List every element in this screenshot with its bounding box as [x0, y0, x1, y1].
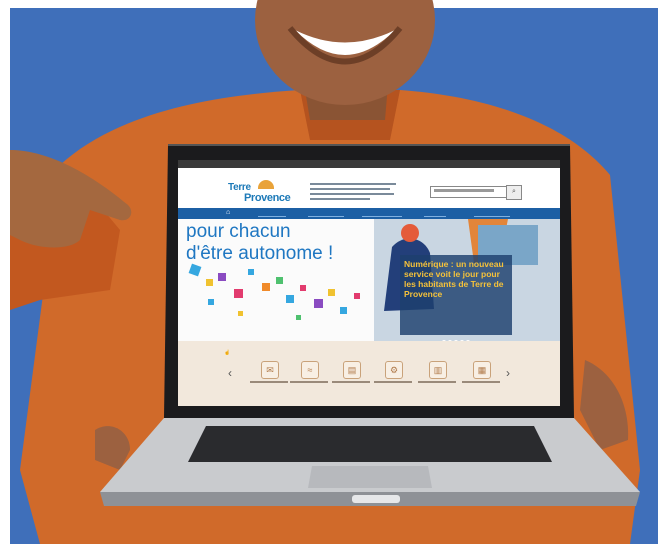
megaphone-icon: ✉: [261, 361, 279, 379]
shortcut-megaphone[interactable]: ✉: [250, 361, 288, 387]
logo-sun-shape: [258, 180, 274, 189]
quick-access-label: ☝: [224, 350, 230, 356]
cube: [206, 279, 213, 286]
cube: [238, 311, 243, 316]
nav-item-5[interactable]: [474, 210, 510, 217]
keyboard: [188, 426, 552, 462]
header-contact-info: [310, 180, 398, 203]
nav-item-3[interactable]: [362, 210, 402, 217]
logo-line2: Provence: [244, 192, 291, 204]
shortcut-trash[interactable]: ▥: [418, 361, 456, 387]
browser-top-bar: [178, 160, 560, 168]
trash-icon: ▥: [429, 361, 447, 379]
news-headline-box[interactable]: Numérique : un nouveau service voit le j…: [404, 259, 506, 333]
shortcut-calendar[interactable]: ▦: [462, 361, 500, 387]
search-icon[interactable]: ⌕: [506, 185, 522, 200]
shortcut-gear[interactable]: ⚙: [374, 361, 412, 387]
cube: [188, 263, 202, 277]
cube: [328, 289, 335, 296]
cube: [262, 283, 270, 291]
nav-item-4[interactable]: [424, 210, 446, 217]
site-header: Terre Provence ⌕: [178, 168, 560, 208]
illustration-head: [401, 224, 419, 242]
cube: [276, 277, 283, 284]
nav-item-2[interactable]: [308, 210, 344, 217]
shortcut-wifi[interactable]: ≈: [290, 361, 328, 387]
cube: [208, 299, 214, 305]
wifi-icon: ≈: [301, 361, 319, 379]
newspaper-icon: ▤: [343, 361, 361, 379]
cube: [218, 273, 226, 281]
gear-icon: ⚙: [385, 361, 403, 379]
hero-banner: pour chacun d'être autonome ! Numérique …: [178, 219, 560, 341]
front-notch: [352, 495, 400, 503]
hand-pointer-icon: ☝: [224, 350, 231, 356]
cube: [314, 299, 323, 308]
shortcuts-bar: ☝ ‹ ✉ ≈ ▤ ⚙ ▥ ▦ ›: [178, 341, 560, 406]
cube: [296, 315, 301, 320]
main-navigation: ⌂: [178, 208, 560, 219]
cube: [234, 289, 243, 298]
photo-scene: Terre Provence ⌕ ⌂ pour chacun d'être au…: [0, 0, 665, 550]
trackpad: [308, 466, 432, 488]
cube: [300, 285, 306, 291]
carousel-dots[interactable]: [442, 331, 472, 341]
cube: [340, 307, 347, 314]
laptop-screen-website: Terre Provence ⌕ ⌂ pour chacun d'être au…: [178, 160, 560, 406]
calendar-icon: ▦: [473, 361, 491, 379]
nav-item-1[interactable]: [258, 210, 286, 217]
site-logo[interactable]: Terre Provence: [222, 178, 292, 206]
cube: [354, 293, 360, 299]
cube: [286, 295, 294, 303]
next-arrow-icon[interactable]: ›: [506, 366, 510, 380]
prev-arrow-icon[interactable]: ‹: [228, 366, 232, 380]
cube: [248, 269, 254, 275]
home-icon[interactable]: ⌂: [226, 209, 236, 218]
shortcut-newspaper[interactable]: ▤: [332, 361, 370, 387]
news-headline[interactable]: Numérique : un nouveau service voit le j…: [404, 259, 508, 299]
